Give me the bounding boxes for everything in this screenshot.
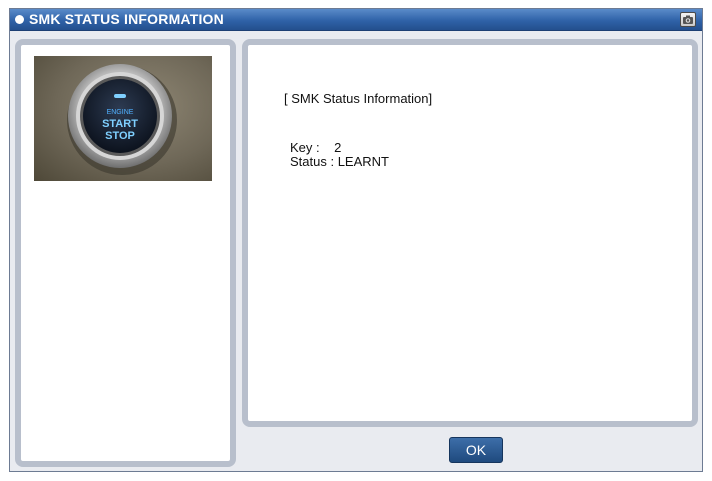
- engine-start-button-image: ENGINE START STOP: [34, 56, 212, 181]
- key-label: Key :: [290, 140, 320, 155]
- engine-start-stop-icon: ENGINE START STOP: [67, 64, 177, 175]
- title-bullet-icon: [15, 15, 24, 24]
- status-info-panel: [ SMK Status Information] Key : 2 Status…: [242, 39, 698, 427]
- status-heading: [ SMK Status Information]: [284, 91, 433, 106]
- smk-status-window: SMK STATUS INFORMATION ENGINE START STOP…: [9, 8, 703, 472]
- status-row: Status : LEARNT: [290, 154, 389, 169]
- status-label: Status :: [290, 154, 335, 169]
- key-row: Key : 2: [290, 140, 341, 155]
- image-text-stop: STOP: [105, 130, 135, 142]
- title-bar: SMK STATUS INFORMATION: [10, 9, 702, 31]
- ok-button[interactable]: OK: [449, 437, 503, 463]
- status-value: LEARNT: [337, 154, 389, 169]
- image-text-start: START: [102, 118, 138, 130]
- image-text-engine: ENGINE: [107, 109, 134, 116]
- camera-icon: [683, 15, 693, 24]
- window-title: SMK STATUS INFORMATION: [29, 11, 224, 27]
- screenshot-button[interactable]: [680, 12, 696, 27]
- key-value: 2: [334, 140, 342, 155]
- left-image-panel: ENGINE START STOP: [15, 39, 236, 467]
